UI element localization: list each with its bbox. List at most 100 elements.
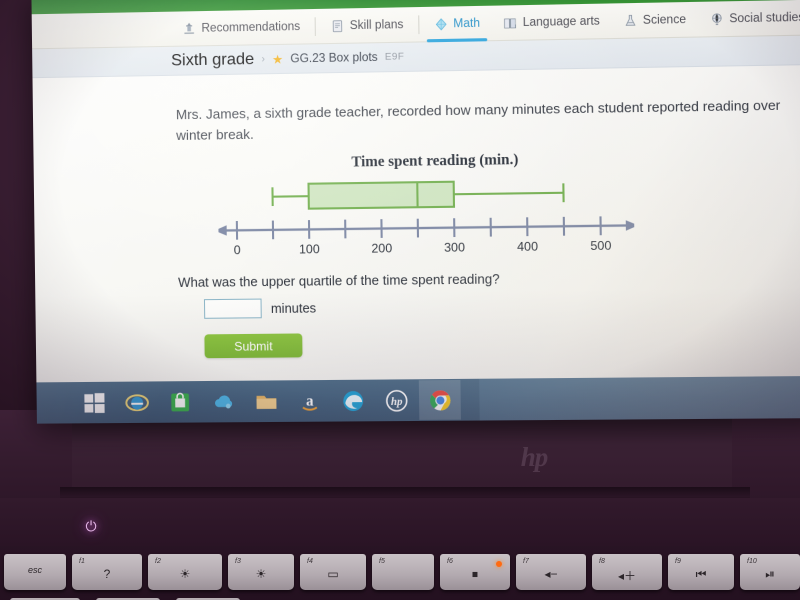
key-f6[interactable]: f6 ⏹ — [440, 554, 510, 590]
axis-tick-label: 0 — [233, 242, 241, 258]
screen-content: ixl.com/math/grade-6/box-plots Recommend… — [31, 0, 800, 424]
folder-icon — [254, 389, 278, 413]
nav-tab-recommendations[interactable]: Recommendations — [170, 9, 311, 47]
key-f10[interactable]: f10 ⏯ — [740, 554, 800, 590]
taskbar-google-chrome[interactable] — [418, 379, 461, 420]
nav-tab-label: Recommendations — [201, 20, 301, 35]
svg-text:hp: hp — [390, 395, 402, 407]
edge-icon — [341, 389, 365, 413]
svg-text:a: a — [305, 393, 313, 409]
axis-tick-label: 300 — [444, 240, 466, 255]
answer-row: minutes — [203, 298, 317, 319]
ie-icon — [125, 390, 149, 414]
key-fn-label: f9 — [675, 558, 681, 565]
nav-tab-math[interactable]: Math — [422, 5, 492, 42]
chart-title: Time spent reading (min.) — [351, 151, 519, 171]
power-button[interactable]: ⏻ — [80, 517, 102, 535]
answer-unit-label: minutes — [270, 300, 317, 316]
windows-icon — [82, 391, 106, 415]
mute-led-indicator — [496, 561, 502, 567]
taskbar-amazon[interactable]: a — [288, 381, 330, 421]
key-glyph: ⏹ — [471, 567, 478, 581]
breadcrumb-skill: GG.23 Box plots — [290, 51, 378, 66]
windows-taskbar[interactable]: a hp — [36, 375, 800, 424]
taskbar-start-button[interactable] — [73, 383, 114, 423]
key-f1[interactable]: f1? — [72, 554, 142, 590]
hp-icon: hp — [384, 388, 408, 412]
math-icon — [433, 16, 448, 31]
axis-tick-label: 100 — [298, 241, 320, 257]
answer-input[interactable] — [203, 298, 262, 319]
key-fn-label: f1 — [79, 558, 85, 565]
store-icon — [168, 390, 192, 414]
key-glyph: ? — [103, 567, 111, 581]
key-f4[interactable]: f4 ▭ — [300, 554, 366, 590]
answer-question-text: What was the upper quartile of the time … — [177, 270, 500, 291]
box-plot-svg — [217, 173, 635, 264]
key-glyph: esc — [27, 565, 42, 575]
social-studies-icon — [709, 11, 724, 26]
nav-tab-language-arts[interactable]: Language arts — [491, 3, 611, 41]
key-f8[interactable]: f8 ◂＋ — [592, 554, 662, 590]
nav-tab-label: Social studies — [729, 10, 800, 25]
nav-tab-social-studies[interactable]: Social studies — [697, 0, 800, 37]
key-fn-label: f8 — [599, 558, 605, 565]
skill-code: E9F — [384, 51, 405, 63]
laptop-screen: ixl.com/math/grade-6/box-plots Recommend… — [31, 0, 800, 424]
taskbar-file-explorer[interactable] — [245, 381, 287, 421]
key-glyph: ◂＋ — [617, 569, 637, 583]
key-glyph: ☀ — [255, 567, 267, 581]
key-f9[interactable]: f9 ⏮ — [668, 554, 734, 590]
nav-tab-skill-plans[interactable]: Skill plans — [319, 7, 416, 44]
hp-bezel-logo: hp — [520, 441, 549, 472]
key-f7[interactable]: f7 ◂− — [516, 554, 586, 590]
key-f3[interactable]: f3 ☀ — [228, 554, 294, 590]
skill-plans-icon — [330, 18, 345, 33]
axis-tick-label: 200 — [371, 240, 393, 256]
nav-separator — [417, 14, 420, 34]
key-glyph: ☀ — [179, 567, 191, 581]
taskbar-microsoft-edge[interactable] — [332, 381, 374, 421]
key-fn-label: f10 — [747, 558, 757, 565]
taskbar-right-region — [479, 375, 800, 421]
key-fn-label: f3 — [235, 558, 241, 565]
amazon-icon: a — [297, 389, 321, 413]
nav-tab-label: Science — [642, 13, 687, 27]
taskbar-microsoft-store[interactable] — [159, 382, 201, 422]
key-glyph: ◂− — [544, 567, 558, 581]
question-prompt: Mrs. James, a sixth grade teacher, recor… — [175, 97, 781, 143]
chevron-right-icon: › — [261, 53, 265, 65]
key-fn-label: f6 — [447, 558, 453, 565]
taskbar-onedrive[interactable] — [202, 382, 244, 422]
breadcrumb-grade[interactable]: Sixth grade — [171, 50, 254, 70]
submit-button[interactable]: Submit — [204, 333, 303, 359]
science-icon — [623, 13, 638, 28]
nav-tab-science[interactable]: Science — [611, 1, 698, 38]
laptop-palmrest — [0, 498, 800, 546]
box-plot-figure: Time spent reading (min.) 0 100 200 300 400 5… — [217, 150, 655, 270]
key-glyph: ⏯ — [765, 567, 775, 581]
laptop-keyboard[interactable]: esc f1? f2 ☀ f3 ☀ f4 ▭ f5 f6 ⏹ f7 ◂− f8 ◂＋ f9 ⏮ f10 ⏯ — [0, 546, 800, 600]
taskbar-hp-support[interactable]: hp — [375, 380, 417, 420]
language-arts-icon — [503, 15, 518, 30]
axis-tick-label: 400 — [516, 239, 539, 255]
onedrive-icon — [211, 390, 235, 414]
laptop-photo-scene: hp ⏻ esc f1? f2 ☀ f3 ☀ f4 ▭ f5 f6 ⏹ f7 ◂− f8 ◂＋ f9 ⏮ f10 ⏯… — [0, 0, 800, 600]
recommendations-icon — [182, 21, 197, 36]
key-fn-label: f7 — [523, 558, 529, 565]
key-f2[interactable]: f2 ☀ — [148, 554, 222, 590]
question-panel: Mrs. James, a sixth grade teacher, recor… — [32, 64, 800, 383]
key-fn-label: f2 — [155, 558, 161, 565]
nav-tab-label: Skill plans — [349, 18, 404, 32]
star-icon[interactable]: ★ — [272, 52, 283, 67]
nav-separator — [314, 16, 316, 36]
key-glyph: ▭ — [327, 567, 339, 581]
taskbar-internet-explorer[interactable] — [116, 382, 157, 422]
axis-tick-label: 500 — [590, 238, 612, 254]
key-esc[interactable]: esc — [4, 554, 66, 590]
key-glyph: ⏮ — [695, 567, 707, 581]
key-f5[interactable]: f5 — [372, 554, 434, 590]
nav-tab-label: Math — [453, 16, 481, 30]
nav-tab-label: Language arts — [522, 14, 600, 29]
key-fn-label: f5 — [379, 558, 385, 565]
